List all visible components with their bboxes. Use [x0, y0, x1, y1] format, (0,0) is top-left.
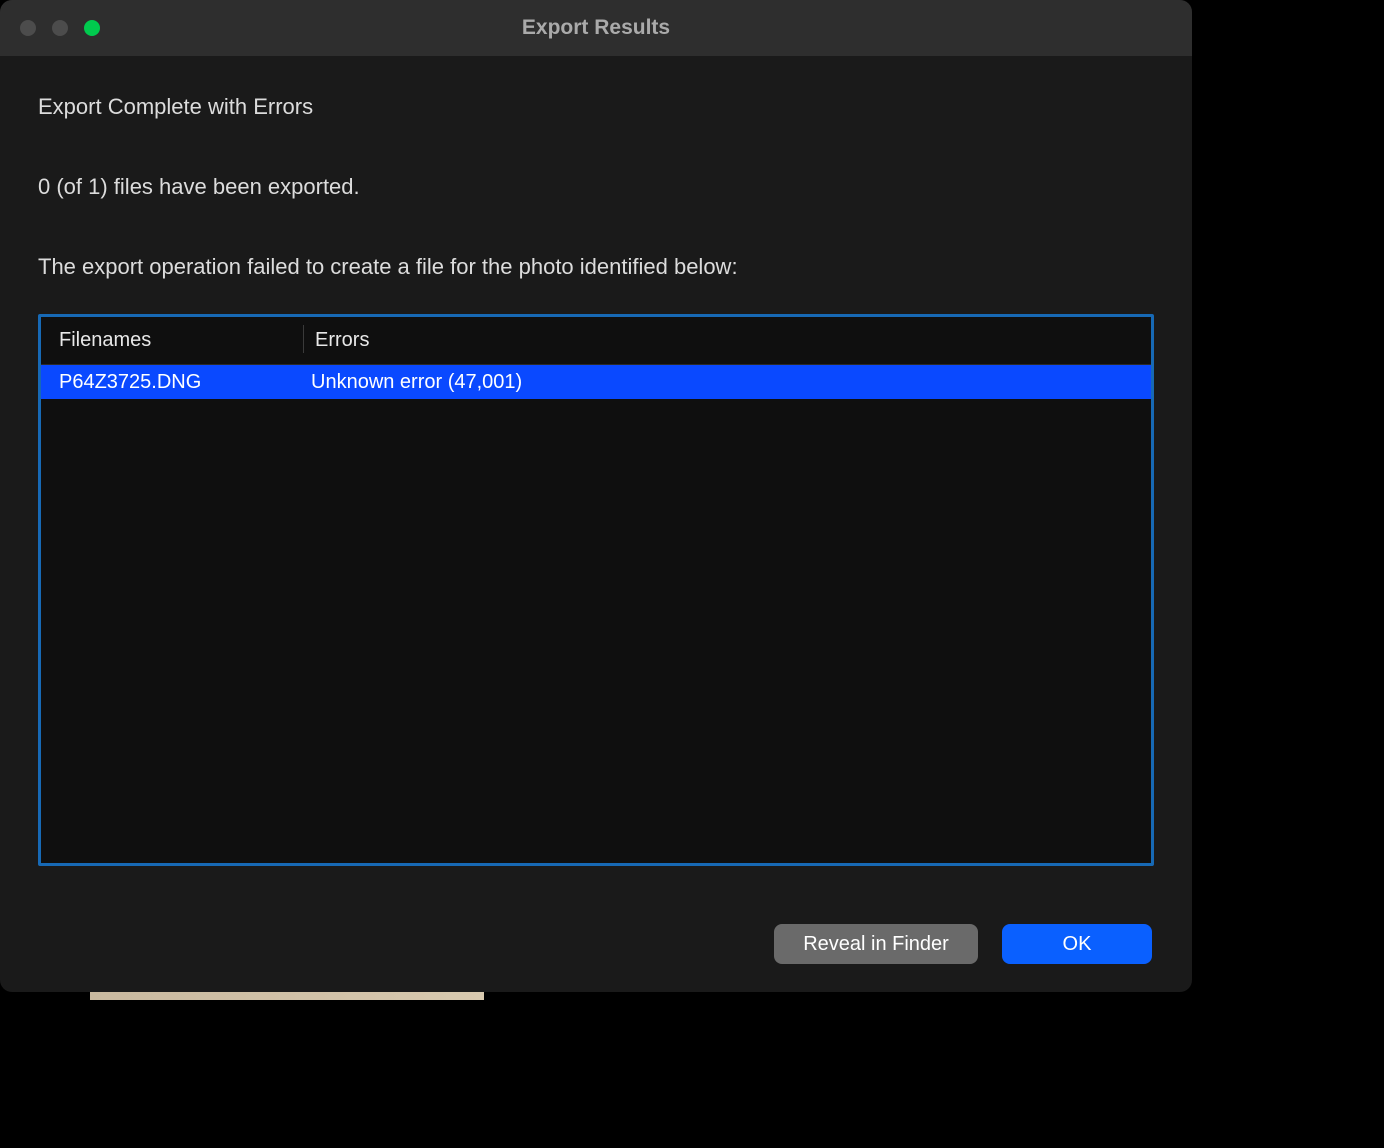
minimize-window-button[interactable] [52, 20, 68, 36]
maximize-window-button[interactable] [84, 20, 100, 36]
dialog-content: Export Complete with Errors 0 (of 1) fil… [0, 56, 1192, 992]
export-description-text: The export operation failed to create a … [38, 254, 1154, 280]
table-header: Filenames Errors [41, 317, 1151, 365]
titlebar: Export Results [0, 0, 1192, 56]
ok-button[interactable]: OK [1002, 924, 1152, 964]
errors-table: Filenames Errors P64Z3725.DNG Unknown er… [38, 314, 1154, 866]
window-title: Export Results [522, 16, 670, 40]
background-thumbnail-strip [90, 992, 484, 1000]
column-header-errors[interactable]: Errors [307, 329, 369, 352]
traffic-lights [0, 20, 100, 36]
column-header-filenames[interactable]: Filenames [41, 329, 307, 352]
table-row[interactable]: P64Z3725.DNG Unknown error (47,001) [41, 365, 1151, 399]
cell-filename: P64Z3725.DNG [41, 371, 307, 394]
export-status-text: 0 (of 1) files have been exported. [38, 174, 1154, 200]
table-body[interactable]: P64Z3725.DNG Unknown error (47,001) [41, 365, 1151, 863]
close-window-button[interactable] [20, 20, 36, 36]
dialog-heading: Export Complete with Errors [38, 94, 1154, 120]
export-results-dialog: Export Results Export Complete with Erro… [0, 0, 1192, 992]
cell-error: Unknown error (47,001) [307, 371, 522, 394]
dialog-footer: Reveal in Finder OK [38, 924, 1154, 964]
reveal-in-finder-button[interactable]: Reveal in Finder [774, 924, 978, 964]
